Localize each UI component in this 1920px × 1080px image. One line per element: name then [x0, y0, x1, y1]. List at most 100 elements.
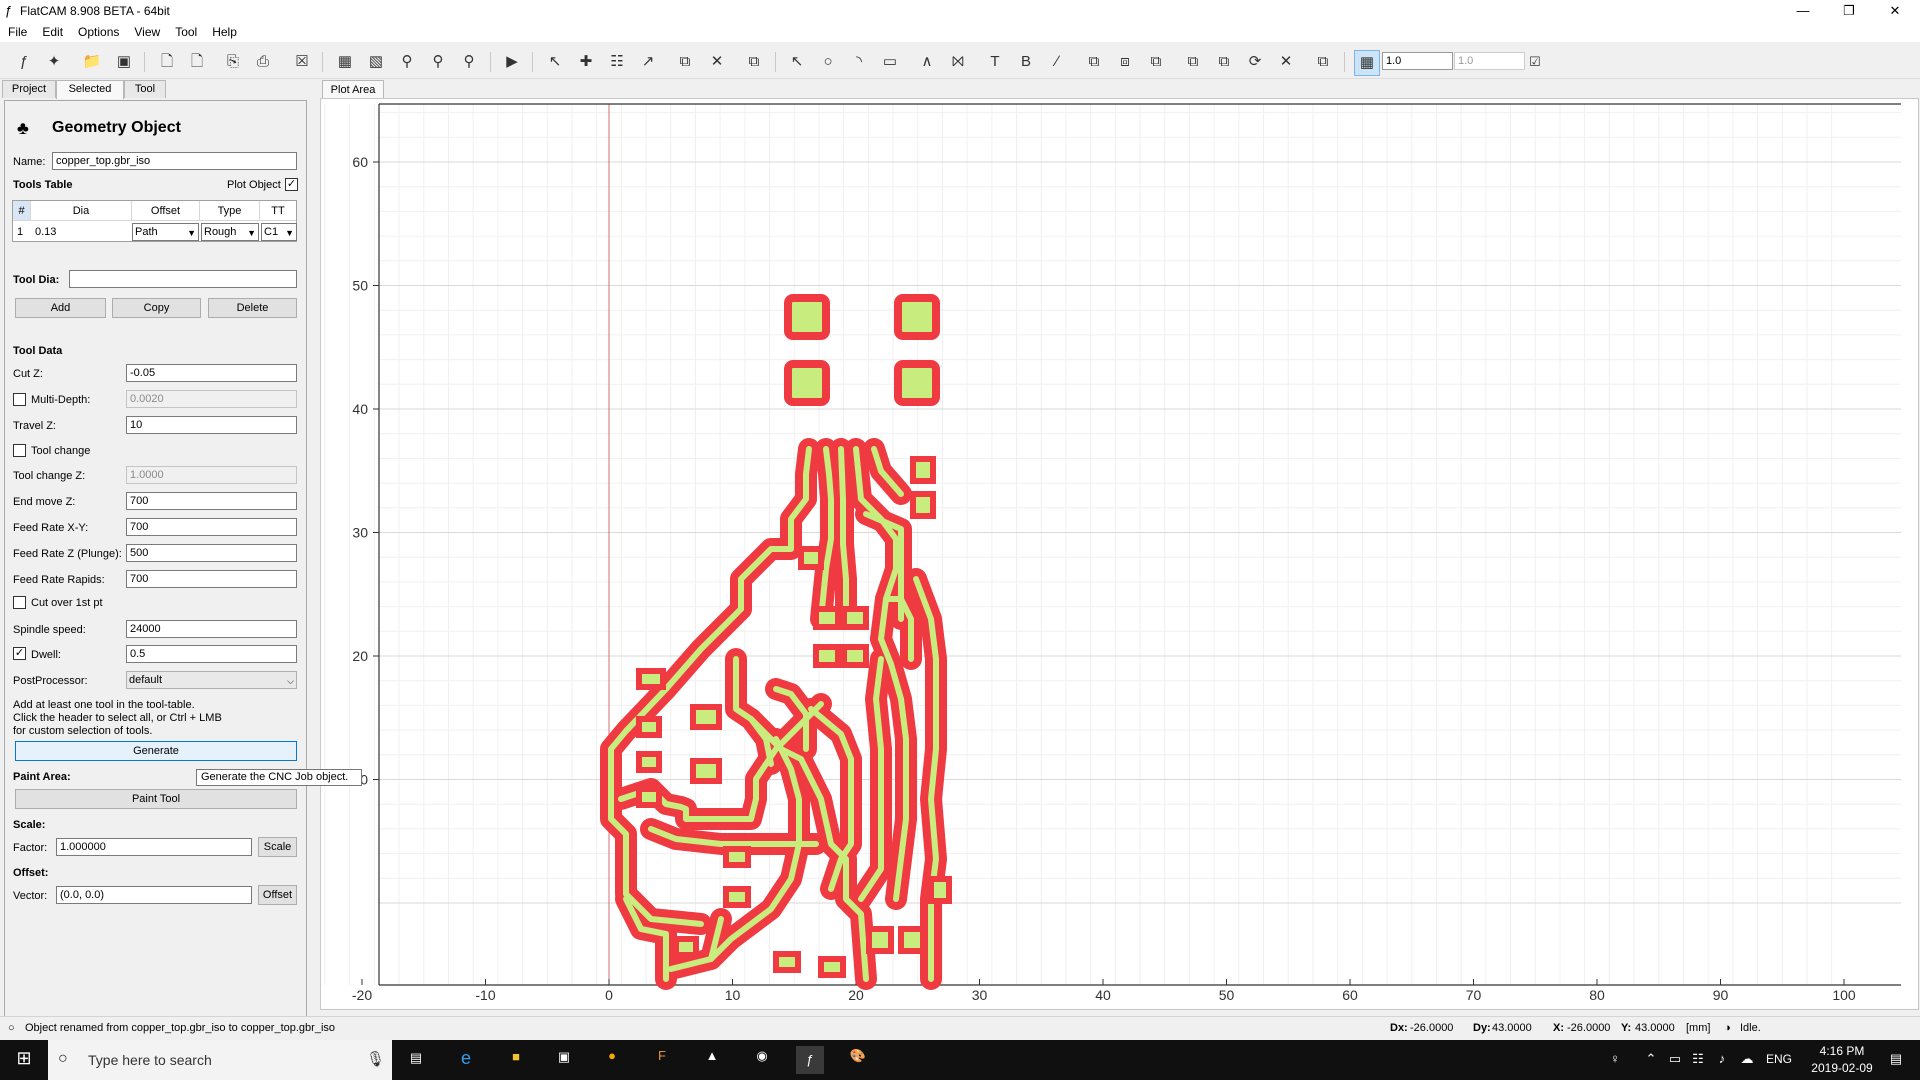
clock-time[interactable]: 4:16 PM: [1802, 1044, 1882, 1058]
tab-project[interactable]: Project: [2, 80, 56, 98]
cut-path-icon[interactable]: ⧉: [1181, 50, 1205, 74]
flatcam-taskbar-icon[interactable]: ƒ: [796, 1046, 824, 1074]
clock-date[interactable]: 2019-02-09: [1802, 1061, 1882, 1075]
maximize-button[interactable]: ❐: [1826, 0, 1872, 22]
table-cell-number[interactable]: 1: [17, 222, 23, 242]
paint-icon[interactable]: 🎨: [846, 1048, 870, 1064]
zoom-out-icon[interactable]: ⚲: [457, 50, 481, 74]
task-view-icon[interactable]: ▤: [404, 1050, 428, 1066]
close-window-button[interactable]: ✕: [1872, 0, 1918, 22]
offset-button[interactable]: Offset: [258, 885, 297, 905]
factor-input[interactable]: 1.000000: [56, 838, 252, 856]
cut-z-input[interactable]: -0.05: [126, 364, 297, 382]
tool-dia-input[interactable]: [69, 270, 297, 288]
plot-object-checkbox[interactable]: ✓: [285, 178, 298, 191]
people-icon[interactable]: ♀: [1605, 1051, 1625, 1066]
dwell-input[interactable]: 0.5: [126, 645, 297, 663]
text-icon[interactable]: T: [983, 50, 1007, 74]
clear-plot-icon[interactable]: ▧: [364, 50, 388, 74]
path-icon[interactable]: ∧: [915, 50, 939, 74]
menu-view[interactable]: View: [126, 22, 167, 39]
copy-drill-icon[interactable]: ⧉: [673, 50, 697, 74]
onedrive-icon[interactable]: ☁: [1737, 1051, 1757, 1067]
menu-options[interactable]: Options: [70, 22, 126, 39]
arc-icon[interactable]: ◝: [847, 50, 871, 74]
table-header-number[interactable]: #: [13, 201, 31, 221]
union-icon[interactable]: ⧉: [1082, 50, 1106, 74]
rotate-icon[interactable]: ⟳: [1243, 50, 1267, 74]
geo-select-icon[interactable]: ↖: [785, 50, 809, 74]
type-combo[interactable]: Rough ▼: [201, 223, 259, 241]
tool-change-checkbox[interactable]: [13, 444, 26, 457]
open-gcode-icon[interactable]: ⎘: [221, 50, 245, 74]
notification-icon[interactable]: ▤: [1884, 1051, 1908, 1067]
replot-icon[interactable]: ▦: [333, 50, 357, 74]
scale-button[interactable]: Scale: [258, 837, 297, 857]
grid-y-input[interactable]: 1.0: [1454, 52, 1525, 70]
vector-input[interactable]: (0.0, 0.0): [56, 886, 252, 904]
zoom-fit-icon[interactable]: ⚲: [395, 50, 419, 74]
delete-drill-icon[interactable]: ✕: [705, 50, 729, 74]
grid-lock-checkbox[interactable]: ☑: [1523, 50, 1547, 74]
save-project-icon[interactable]: ⎙: [251, 50, 275, 74]
travel-z-input[interactable]: 10: [126, 416, 297, 434]
table-header-tt[interactable]: TT: [260, 201, 296, 221]
cut-over-checkbox[interactable]: [13, 596, 26, 609]
language-indicator[interactable]: ENG: [1762, 1052, 1796, 1066]
inkscape-icon[interactable]: ▲: [700, 1048, 724, 1063]
delete-object-icon[interactable]: ☒: [290, 50, 314, 74]
rectangle-icon[interactable]: ▭: [878, 50, 902, 74]
delete-shape-icon[interactable]: ✕: [1274, 50, 1298, 74]
windows-start-icon[interactable]: ⊞: [10, 1048, 38, 1069]
name-field[interactable]: copper_top.gbr_iso: [52, 152, 297, 170]
postprocessor-select[interactable]: default ⌵: [126, 671, 297, 689]
buffer-icon[interactable]: B: [1014, 50, 1038, 74]
open-excellon-icon[interactable]: 🗋: [185, 50, 209, 74]
menu-help[interactable]: Help: [204, 22, 244, 39]
tool-change-z-input[interactable]: 1.0000: [126, 466, 297, 484]
tt-combo[interactable]: C1 ▼: [261, 223, 297, 241]
feed-rate-rapids-input[interactable]: 700: [126, 570, 297, 588]
plot-area[interactable]: -20 -10 0 10 20 30 40 50 60 70 80 90 100 10 20 30 40 50 6…: [320, 98, 1919, 1010]
dwell-checkbox[interactable]: ✓: [13, 647, 26, 660]
chrome-icon[interactable]: ●: [600, 1048, 624, 1063]
minimize-button[interactable]: —: [1780, 0, 1826, 22]
network-icon[interactable]: ☷: [1688, 1051, 1708, 1067]
move-drill-icon[interactable]: ⧉: [742, 50, 766, 74]
menu-edit[interactable]: Edit: [34, 22, 70, 39]
table-header-type[interactable]: Type: [200, 201, 260, 221]
feed-rate-xy-input[interactable]: 700: [126, 518, 297, 536]
delete-tool-button[interactable]: Delete: [208, 298, 297, 318]
end-move-z-input[interactable]: 700: [126, 492, 297, 510]
new-geometry-icon[interactable]: ƒ: [12, 50, 36, 74]
microphone-icon[interactable]: 🎙: [366, 1050, 385, 1068]
copy-tool-button[interactable]: Copy: [112, 298, 201, 318]
select-icon[interactable]: ↖: [543, 50, 567, 74]
polygon-icon[interactable]: ⨝: [946, 50, 970, 74]
table-header-dia[interactable]: Dia: [31, 201, 132, 221]
snap-grid-icon[interactable]: ▦: [1354, 50, 1380, 76]
generate-button[interactable]: Generate: [15, 741, 297, 761]
taskbar-search[interactable]: ○ Type here to search 🎙: [48, 1040, 392, 1080]
menu-file[interactable]: File: [0, 22, 34, 39]
resize-drill-icon[interactable]: ↗: [636, 50, 660, 74]
tray-chevron-up-icon[interactable]: ⌃: [1643, 1051, 1659, 1067]
store-icon[interactable]: ▣: [552, 1049, 576, 1065]
file-explorer-icon[interactable]: ■: [504, 1049, 528, 1064]
table-header-offset[interactable]: Offset: [132, 201, 200, 221]
subtract-icon[interactable]: ⧉: [1144, 50, 1168, 74]
grid-x-input[interactable]: 1.0: [1382, 52, 1453, 70]
app-icon[interactable]: ◉: [750, 1048, 774, 1064]
zoom-in-icon[interactable]: ⚲: [426, 50, 450, 74]
save-icon[interactable]: ▣: [112, 50, 136, 74]
open-folder-icon[interactable]: 📁: [80, 50, 104, 74]
paint-tool-button[interactable]: Paint Tool: [15, 789, 297, 809]
plot-canvas[interactable]: -20 -10 0 10 20 30 40 50 60 70 80 90 100 10 20 30 40 50 6…: [321, 99, 1918, 1009]
paint-icon[interactable]: ∕: [1045, 50, 1069, 74]
edge-icon[interactable]: e: [454, 1048, 478, 1069]
battery-icon[interactable]: ▭: [1665, 1051, 1685, 1067]
intersection-icon[interactable]: ⧈: [1113, 50, 1137, 74]
feed-rate-z-input[interactable]: 500: [126, 544, 297, 562]
menu-tool[interactable]: Tool: [167, 22, 204, 39]
new-excellon-icon[interactable]: ✦: [42, 50, 66, 74]
